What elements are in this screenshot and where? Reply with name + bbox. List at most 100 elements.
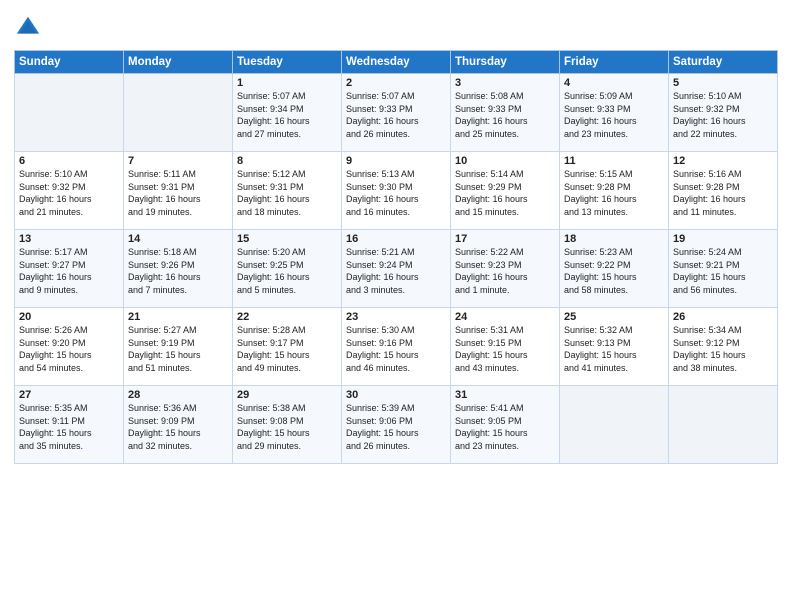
day-number: 17 bbox=[455, 233, 555, 245]
day-info: Sunrise: 5:28 AM Sunset: 9:17 PM Dayligh… bbox=[237, 324, 337, 374]
day-number: 2 bbox=[346, 77, 446, 89]
day-info: Sunrise: 5:34 AM Sunset: 9:12 PM Dayligh… bbox=[673, 324, 773, 374]
day-info: Sunrise: 5:08 AM Sunset: 9:33 PM Dayligh… bbox=[455, 90, 555, 140]
day-info: Sunrise: 5:14 AM Sunset: 9:29 PM Dayligh… bbox=[455, 168, 555, 218]
calendar-day-2: 2Sunrise: 5:07 AM Sunset: 9:33 PM Daylig… bbox=[342, 74, 451, 152]
day-info: Sunrise: 5:07 AM Sunset: 9:34 PM Dayligh… bbox=[237, 90, 337, 140]
day-number: 30 bbox=[346, 389, 446, 401]
calendar-week-row: 20Sunrise: 5:26 AM Sunset: 9:20 PM Dayli… bbox=[15, 308, 778, 386]
day-number: 29 bbox=[237, 389, 337, 401]
day-info: Sunrise: 5:27 AM Sunset: 9:19 PM Dayligh… bbox=[128, 324, 228, 374]
day-info: Sunrise: 5:20 AM Sunset: 9:25 PM Dayligh… bbox=[237, 246, 337, 296]
calendar-day-9: 9Sunrise: 5:13 AM Sunset: 9:30 PM Daylig… bbox=[342, 152, 451, 230]
day-number: 31 bbox=[455, 389, 555, 401]
day-number: 9 bbox=[346, 155, 446, 167]
calendar-day-30: 30Sunrise: 5:39 AM Sunset: 9:06 PM Dayli… bbox=[342, 386, 451, 464]
day-info: Sunrise: 5:07 AM Sunset: 9:33 PM Dayligh… bbox=[346, 90, 446, 140]
day-number: 6 bbox=[19, 155, 119, 167]
calendar-week-row: 1Sunrise: 5:07 AM Sunset: 9:34 PM Daylig… bbox=[15, 74, 778, 152]
calendar-day-12: 12Sunrise: 5:16 AM Sunset: 9:28 PM Dayli… bbox=[669, 152, 778, 230]
day-info: Sunrise: 5:12 AM Sunset: 9:31 PM Dayligh… bbox=[237, 168, 337, 218]
calendar-day-25: 25Sunrise: 5:32 AM Sunset: 9:13 PM Dayli… bbox=[560, 308, 669, 386]
day-info: Sunrise: 5:18 AM Sunset: 9:26 PM Dayligh… bbox=[128, 246, 228, 296]
calendar-day-23: 23Sunrise: 5:30 AM Sunset: 9:16 PM Dayli… bbox=[342, 308, 451, 386]
calendar-day-1: 1Sunrise: 5:07 AM Sunset: 9:34 PM Daylig… bbox=[233, 74, 342, 152]
calendar-day-29: 29Sunrise: 5:38 AM Sunset: 9:08 PM Dayli… bbox=[233, 386, 342, 464]
day-info: Sunrise: 5:32 AM Sunset: 9:13 PM Dayligh… bbox=[564, 324, 664, 374]
calendar-day-21: 21Sunrise: 5:27 AM Sunset: 9:19 PM Dayli… bbox=[124, 308, 233, 386]
day-number: 16 bbox=[346, 233, 446, 245]
day-number: 27 bbox=[19, 389, 119, 401]
day-number: 21 bbox=[128, 311, 228, 323]
calendar-day-24: 24Sunrise: 5:31 AM Sunset: 9:15 PM Dayli… bbox=[451, 308, 560, 386]
day-info: Sunrise: 5:17 AM Sunset: 9:27 PM Dayligh… bbox=[19, 246, 119, 296]
day-number: 1 bbox=[237, 77, 337, 89]
calendar-day-28: 28Sunrise: 5:36 AM Sunset: 9:09 PM Dayli… bbox=[124, 386, 233, 464]
day-number: 10 bbox=[455, 155, 555, 167]
calendar-table: SundayMondayTuesdayWednesdayThursdayFrid… bbox=[14, 50, 778, 464]
calendar-day-7: 7Sunrise: 5:11 AM Sunset: 9:31 PM Daylig… bbox=[124, 152, 233, 230]
day-info: Sunrise: 5:21 AM Sunset: 9:24 PM Dayligh… bbox=[346, 246, 446, 296]
day-number: 20 bbox=[19, 311, 119, 323]
day-number: 4 bbox=[564, 77, 664, 89]
day-info: Sunrise: 5:23 AM Sunset: 9:22 PM Dayligh… bbox=[564, 246, 664, 296]
calendar-empty bbox=[560, 386, 669, 464]
calendar-week-row: 13Sunrise: 5:17 AM Sunset: 9:27 PM Dayli… bbox=[15, 230, 778, 308]
calendar-day-20: 20Sunrise: 5:26 AM Sunset: 9:20 PM Dayli… bbox=[15, 308, 124, 386]
calendar-day-18: 18Sunrise: 5:23 AM Sunset: 9:22 PM Dayli… bbox=[560, 230, 669, 308]
day-number: 28 bbox=[128, 389, 228, 401]
day-info: Sunrise: 5:26 AM Sunset: 9:20 PM Dayligh… bbox=[19, 324, 119, 374]
day-info: Sunrise: 5:10 AM Sunset: 9:32 PM Dayligh… bbox=[19, 168, 119, 218]
calendar-header-row: SundayMondayTuesdayWednesdayThursdayFrid… bbox=[15, 51, 778, 74]
day-number: 22 bbox=[237, 311, 337, 323]
day-number: 19 bbox=[673, 233, 773, 245]
day-info: Sunrise: 5:41 AM Sunset: 9:05 PM Dayligh… bbox=[455, 402, 555, 452]
calendar-day-31: 31Sunrise: 5:41 AM Sunset: 9:05 PM Dayli… bbox=[451, 386, 560, 464]
day-info: Sunrise: 5:38 AM Sunset: 9:08 PM Dayligh… bbox=[237, 402, 337, 452]
header bbox=[14, 10, 778, 42]
day-info: Sunrise: 5:39 AM Sunset: 9:06 PM Dayligh… bbox=[346, 402, 446, 452]
col-header-wednesday: Wednesday bbox=[342, 51, 451, 74]
day-number: 8 bbox=[237, 155, 337, 167]
calendar-day-3: 3Sunrise: 5:08 AM Sunset: 9:33 PM Daylig… bbox=[451, 74, 560, 152]
day-number: 12 bbox=[673, 155, 773, 167]
calendar-day-11: 11Sunrise: 5:15 AM Sunset: 9:28 PM Dayli… bbox=[560, 152, 669, 230]
day-number: 18 bbox=[564, 233, 664, 245]
col-header-monday: Monday bbox=[124, 51, 233, 74]
day-info: Sunrise: 5:09 AM Sunset: 9:33 PM Dayligh… bbox=[564, 90, 664, 140]
calendar-day-17: 17Sunrise: 5:22 AM Sunset: 9:23 PM Dayli… bbox=[451, 230, 560, 308]
day-info: Sunrise: 5:30 AM Sunset: 9:16 PM Dayligh… bbox=[346, 324, 446, 374]
calendar-day-16: 16Sunrise: 5:21 AM Sunset: 9:24 PM Dayli… bbox=[342, 230, 451, 308]
day-info: Sunrise: 5:15 AM Sunset: 9:28 PM Dayligh… bbox=[564, 168, 664, 218]
day-number: 11 bbox=[564, 155, 664, 167]
day-number: 3 bbox=[455, 77, 555, 89]
day-number: 25 bbox=[564, 311, 664, 323]
day-number: 7 bbox=[128, 155, 228, 167]
col-header-tuesday: Tuesday bbox=[233, 51, 342, 74]
logo-icon bbox=[14, 14, 42, 42]
calendar-day-27: 27Sunrise: 5:35 AM Sunset: 9:11 PM Dayli… bbox=[15, 386, 124, 464]
calendar-day-10: 10Sunrise: 5:14 AM Sunset: 9:29 PM Dayli… bbox=[451, 152, 560, 230]
calendar-week-row: 6Sunrise: 5:10 AM Sunset: 9:32 PM Daylig… bbox=[15, 152, 778, 230]
day-info: Sunrise: 5:31 AM Sunset: 9:15 PM Dayligh… bbox=[455, 324, 555, 374]
col-header-friday: Friday bbox=[560, 51, 669, 74]
calendar-day-4: 4Sunrise: 5:09 AM Sunset: 9:33 PM Daylig… bbox=[560, 74, 669, 152]
calendar-empty bbox=[669, 386, 778, 464]
day-number: 14 bbox=[128, 233, 228, 245]
calendar-empty bbox=[15, 74, 124, 152]
col-header-thursday: Thursday bbox=[451, 51, 560, 74]
calendar-day-19: 19Sunrise: 5:24 AM Sunset: 9:21 PM Dayli… bbox=[669, 230, 778, 308]
day-info: Sunrise: 5:22 AM Sunset: 9:23 PM Dayligh… bbox=[455, 246, 555, 296]
day-info: Sunrise: 5:13 AM Sunset: 9:30 PM Dayligh… bbox=[346, 168, 446, 218]
calendar-day-14: 14Sunrise: 5:18 AM Sunset: 9:26 PM Dayli… bbox=[124, 230, 233, 308]
day-info: Sunrise: 5:10 AM Sunset: 9:32 PM Dayligh… bbox=[673, 90, 773, 140]
calendar-day-5: 5Sunrise: 5:10 AM Sunset: 9:32 PM Daylig… bbox=[669, 74, 778, 152]
day-number: 24 bbox=[455, 311, 555, 323]
day-number: 26 bbox=[673, 311, 773, 323]
day-number: 15 bbox=[237, 233, 337, 245]
day-number: 5 bbox=[673, 77, 773, 89]
day-info: Sunrise: 5:35 AM Sunset: 9:11 PM Dayligh… bbox=[19, 402, 119, 452]
calendar-day-8: 8Sunrise: 5:12 AM Sunset: 9:31 PM Daylig… bbox=[233, 152, 342, 230]
calendar-empty bbox=[124, 74, 233, 152]
calendar-day-6: 6Sunrise: 5:10 AM Sunset: 9:32 PM Daylig… bbox=[15, 152, 124, 230]
